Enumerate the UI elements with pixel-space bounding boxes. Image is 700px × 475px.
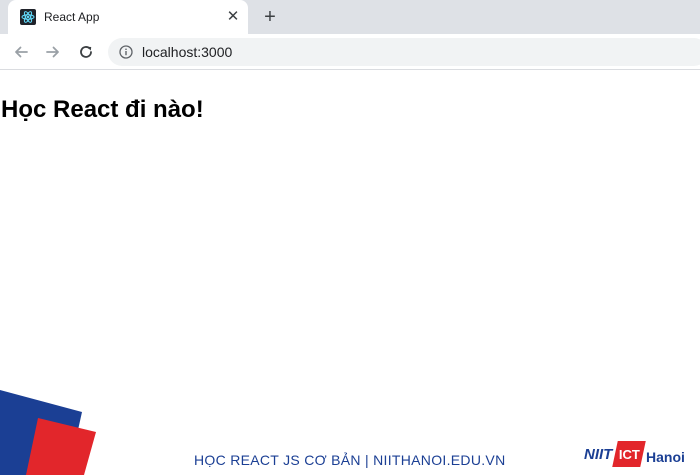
reload-icon[interactable] — [75, 41, 97, 63]
page-title: Học React đi nào! — [1, 96, 204, 123]
logo-left-text: NIIT — [584, 446, 613, 463]
address-bar[interactable]: localhost:3000 — [108, 38, 700, 66]
close-tab-icon[interactable]: ✕ — [224, 8, 242, 26]
new-tab-button[interactable]: + — [259, 6, 281, 28]
logo-mark: ICT — [612, 441, 646, 467]
url-text[interactable]: localhost:3000 — [142, 44, 232, 60]
niit-ict-hanoi-logo: NIIT ICT Hanoi — [584, 440, 686, 470]
react-icon — [20, 9, 36, 25]
browser-toolbar: localhost:3000 — [0, 34, 700, 70]
tab-strip: React App ✕ + — [0, 0, 700, 34]
forward-arrow-icon[interactable] — [42, 41, 64, 63]
info-icon[interactable] — [119, 45, 133, 59]
footer-caption: HỌC REACT JS CƠ BẢN | NIITHANOI.EDU.VN — [194, 452, 506, 468]
tab-react-app[interactable]: React App ✕ — [8, 0, 248, 34]
logo-right-text: Hanoi — [646, 449, 685, 465]
back-arrow-icon[interactable] — [10, 41, 32, 63]
decorative-shapes — [0, 390, 96, 475]
logo-mark-text: ICT — [618, 446, 640, 462]
tab-title: React App — [44, 10, 100, 24]
